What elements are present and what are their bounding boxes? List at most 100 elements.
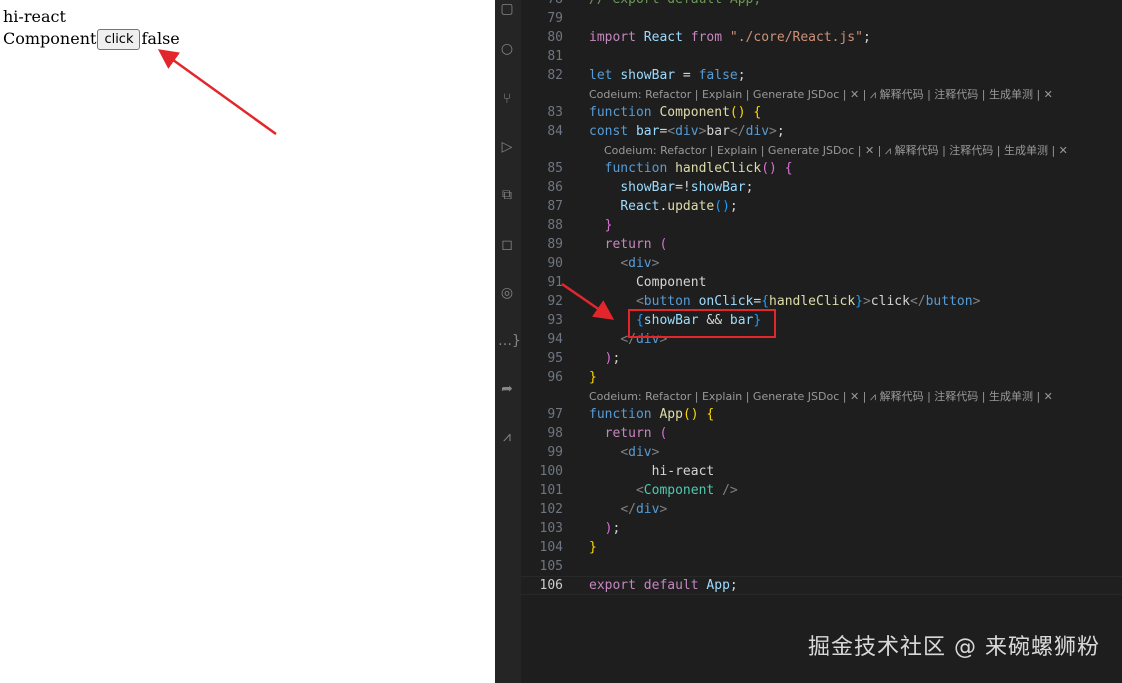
highlight-box bbox=[628, 309, 776, 338]
line-text: Component bbox=[589, 275, 707, 290]
line-text: const bar=<div>bar</div>; bbox=[589, 124, 785, 139]
line-text: return ( bbox=[604, 426, 668, 441]
line-text: <div> bbox=[620, 445, 660, 460]
line-number: 86 bbox=[547, 180, 563, 195]
line-number: 94 bbox=[547, 332, 563, 347]
code-line[interactable]: 93 {showBar && bar} bbox=[521, 311, 1122, 330]
line-number: 100 bbox=[539, 464, 563, 479]
code-line[interactable]: 88 } bbox=[521, 216, 1122, 235]
line-number: 102 bbox=[539, 502, 563, 517]
line-number: 91 bbox=[547, 275, 563, 290]
code-line[interactable]: 83 function Component() { bbox=[521, 103, 1122, 122]
line-text: React.update(); bbox=[620, 199, 738, 214]
code-line[interactable]: 99 <div> bbox=[521, 443, 1122, 462]
code-line[interactable]: 104} bbox=[521, 538, 1122, 557]
code-line[interactable]: 101 <Component /> bbox=[521, 481, 1122, 500]
codeium-icon[interactable]: ⩘ bbox=[498, 428, 516, 446]
state-text: false bbox=[141, 29, 180, 48]
code-line[interactable]: 78 // export default App; bbox=[521, 0, 1122, 9]
code-area[interactable]: 78 // export default App; 79 80 import React… bbox=[521, 0, 1122, 683]
code-line[interactable]: 81 bbox=[521, 47, 1122, 66]
code-line[interactable]: 98 return ( bbox=[521, 424, 1122, 443]
code-line[interactable]: 85 function handleClick() { bbox=[521, 159, 1122, 178]
watermark: 掘金技术社区 @ 来碗螺狮粉 bbox=[808, 635, 1100, 660]
line-number: 88 bbox=[547, 218, 563, 233]
line-text: hi-react bbox=[589, 464, 715, 479]
code-line[interactable]: 94 </div> bbox=[521, 330, 1122, 349]
line-number: 101 bbox=[539, 483, 563, 498]
share-icon[interactable]: ➦ bbox=[498, 380, 516, 398]
activity-bar: ▢ ○ ⑂ ▷ ⧉ ◻ ◎ …} ➦ ⩘ bbox=[495, 0, 521, 683]
line-number: 83 bbox=[547, 105, 563, 120]
line-number: 95 bbox=[547, 351, 563, 366]
line-text: import React from "./core/React.js"; bbox=[589, 30, 871, 45]
line-number: 92 bbox=[547, 294, 563, 309]
search-icon[interactable]: ○ bbox=[498, 40, 516, 58]
line-number: 90 bbox=[547, 256, 563, 271]
line-number: 99 bbox=[547, 445, 563, 460]
source-control-icon[interactable]: ⑂ bbox=[498, 90, 516, 108]
code-line[interactable]: 95 ); bbox=[521, 349, 1122, 368]
code-line[interactable]: 102 </div> bbox=[521, 500, 1122, 519]
line-number: 79 bbox=[547, 11, 563, 26]
code-line[interactable]: 105 bbox=[521, 557, 1122, 576]
code-line[interactable]: 96} bbox=[521, 368, 1122, 387]
line-number: 89 bbox=[547, 237, 563, 252]
component-row: Component click false bbox=[3, 28, 180, 50]
line-text: // export default App; bbox=[589, 0, 761, 9]
line-text: export default App; bbox=[589, 578, 738, 593]
line-number: 84 bbox=[547, 124, 563, 139]
code-line[interactable]: 91 Component bbox=[521, 273, 1122, 292]
code-line[interactable]: 90 <div> bbox=[521, 254, 1122, 273]
line-number: 80 bbox=[547, 30, 563, 45]
code-line[interactable]: 89 return ( bbox=[521, 235, 1122, 254]
line-text: } bbox=[589, 540, 597, 555]
code-line[interactable]: 79 bbox=[521, 9, 1122, 28]
line-text: ); bbox=[604, 521, 621, 536]
files-icon[interactable]: ▢ bbox=[498, 0, 516, 18]
browser-preview: hi-react Component click false bbox=[0, 0, 495, 683]
code-line[interactable]: 80 import React from "./core/React.js"; bbox=[521, 28, 1122, 47]
line-text: } bbox=[589, 370, 597, 385]
line-number: 85 bbox=[547, 161, 563, 176]
click-button[interactable]: click bbox=[97, 28, 141, 50]
line-number: 104 bbox=[539, 540, 563, 555]
code-line[interactable]: 106 export default App; bbox=[521, 576, 1122, 595]
code-line[interactable]: 82 let showBar = false; bbox=[521, 66, 1122, 85]
line-text: function handleClick() { bbox=[604, 161, 793, 176]
line-number: 82 bbox=[547, 68, 563, 83]
code-line[interactable]: 103 ); bbox=[521, 519, 1122, 538]
bookmark-icon[interactable]: ◻ bbox=[498, 236, 516, 254]
code-line[interactable]: 86 showBar=!showBar; bbox=[521, 178, 1122, 197]
line-number: 98 bbox=[547, 426, 563, 441]
extensions-icon[interactable]: ⧉ bbox=[498, 186, 516, 204]
code-line[interactable]: 87 React.update(); bbox=[521, 197, 1122, 216]
line-text: ); bbox=[604, 351, 621, 366]
remote-icon[interactable]: ◎ bbox=[498, 284, 516, 302]
line-number: 97 bbox=[547, 407, 563, 422]
line-text: let showBar = false; bbox=[589, 68, 746, 83]
code-line[interactable]: 97 function App() { bbox=[521, 405, 1122, 424]
line-number: 96 bbox=[547, 370, 563, 385]
line-number: 87 bbox=[547, 199, 563, 214]
run-debug-icon[interactable]: ▷ bbox=[498, 138, 516, 156]
code-line[interactable]: 100 hi-react bbox=[521, 462, 1122, 481]
line-text: </div> bbox=[620, 502, 668, 517]
line-text: <Component /> bbox=[635, 483, 738, 498]
component-text: Component bbox=[3, 29, 97, 48]
line-text: } bbox=[604, 218, 613, 233]
line-text: function Component() { bbox=[589, 105, 762, 120]
code-line[interactable]: 84 const bar=<div>bar</div>; bbox=[521, 122, 1122, 141]
line-text: showBar=!showBar; bbox=[620, 180, 754, 195]
line-text: function App() { bbox=[589, 407, 715, 422]
line-number: 105 bbox=[539, 559, 563, 574]
line-number: 106 bbox=[539, 578, 563, 593]
code-line[interactable]: 92 <button onClick={handleClick}>click</… bbox=[521, 292, 1122, 311]
line-number: 103 bbox=[539, 521, 563, 536]
line-number: 93 bbox=[547, 313, 563, 328]
braces-icon[interactable]: …} bbox=[498, 332, 521, 350]
preview-title: hi-react bbox=[3, 7, 66, 26]
line-number: 78 bbox=[521, 0, 563, 9]
code-editor: ▢ ○ ⑂ ▷ ⧉ ◻ ◎ …} ➦ ⩘ 78 // export default… bbox=[495, 0, 1122, 683]
line-number: 81 bbox=[547, 49, 563, 64]
